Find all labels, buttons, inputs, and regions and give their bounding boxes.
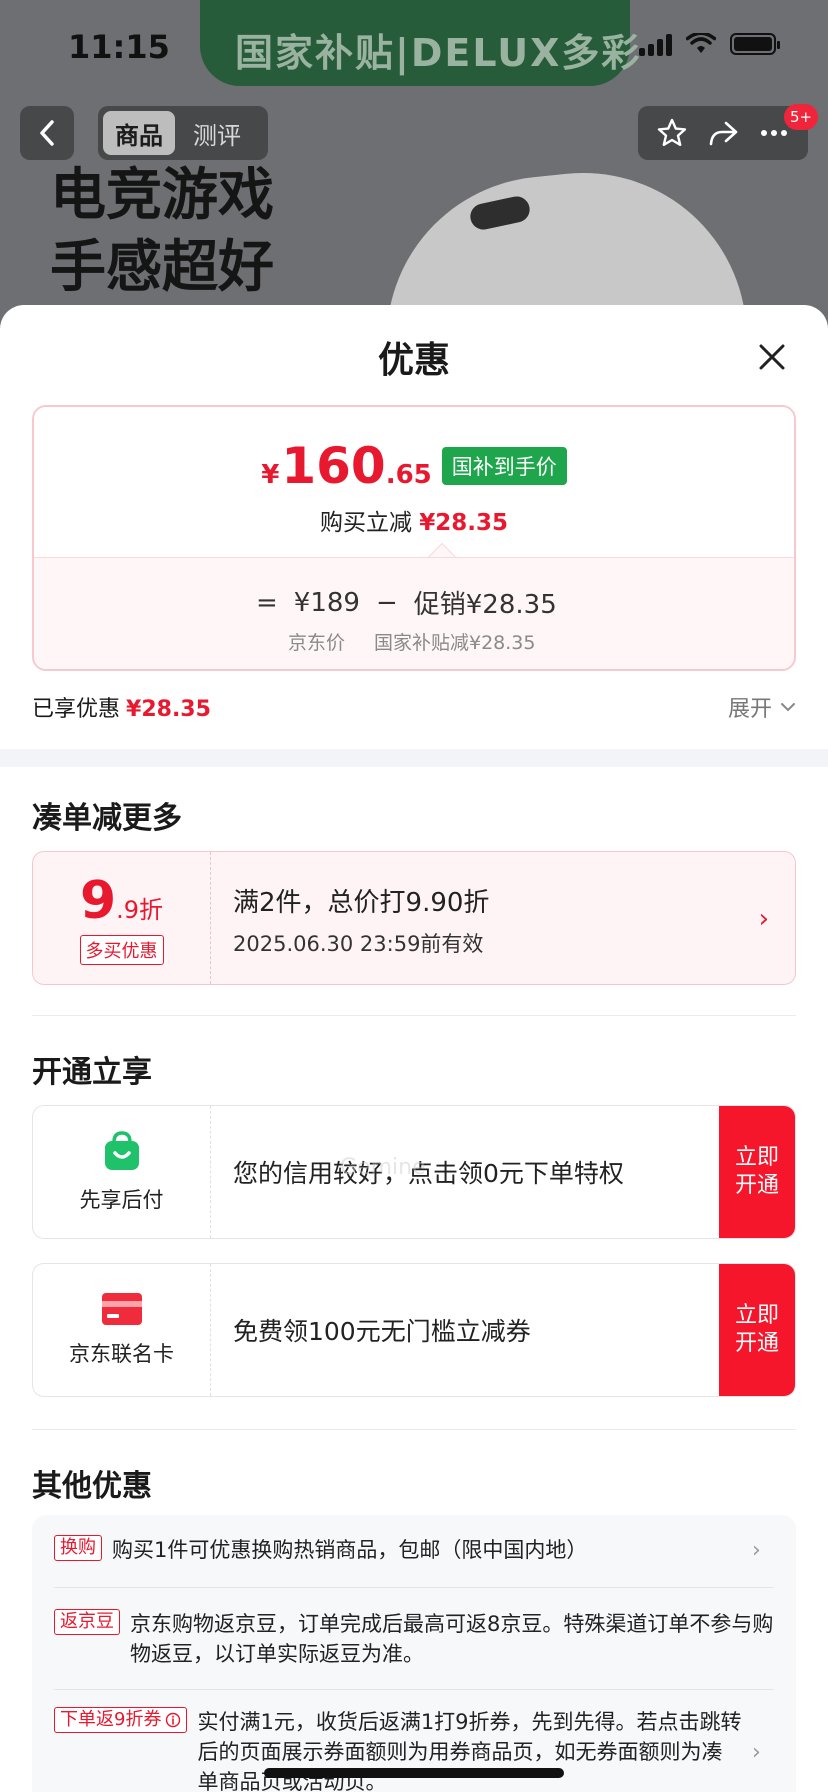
price-integer: 160 [281, 437, 386, 495]
co-brand-service: 京东联名卡 [33, 1264, 211, 1396]
minus-sign: − [375, 587, 398, 618]
pay-later-label: 先享后付 [79, 1188, 164, 1212]
deal-valid: 2025.06.30 23:59前有效 [233, 932, 484, 956]
deal-num-big: 9 [79, 871, 117, 931]
offer-tag-label: 下单返9折券 [60, 1709, 162, 1730]
nav-tabs: 商品 测评 [98, 106, 268, 160]
offer-tag: 换购 [54, 1535, 102, 1561]
chevron-down-icon [781, 703, 795, 712]
open-pay-later-button[interactable]: 立即开通 [719, 1106, 795, 1238]
section-gap [0, 749, 828, 767]
status-icons [639, 32, 780, 56]
shopping-bag-icon [104, 1131, 139, 1170]
enjoyed-discount: 已享优惠 ¥28.35 [32, 691, 211, 723]
offer-tag: 返京豆 [54, 1609, 120, 1635]
subsidy-price-tag: 国补到手价 [441, 447, 567, 485]
hero-slogan-line2: 手感超好 [50, 235, 274, 300]
nav-actions [638, 106, 808, 160]
final-price: ¥ 160 .65 [261, 437, 432, 495]
offer-text: 京东购物返京豆，订单完成后最高可返8京豆。特殊渠道订单不参与购物返豆，以订单实际… [130, 1612, 774, 1666]
open-section-title: 开通立享 [32, 1055, 152, 1090]
offer-divider [54, 1689, 774, 1690]
pay-later-service: 先享后付 [33, 1106, 211, 1238]
price-formula: = ¥189 − 促销¥28.35 [256, 584, 557, 621]
offer-beans: 返京豆 京东购物返京豆，订单完成后最高可返8京豆。特殊渠道订单不参与购物返豆，以… [54, 1609, 774, 1669]
jd-price-label: 京东价 [288, 632, 346, 654]
cellular-signal-icon [639, 32, 672, 56]
price-summary: ¥ 160 .65 国补到手价 购买立减 ¥28.35 [34, 407, 794, 557]
price-card: ¥ 160 .65 国补到手价 购买立减 ¥28.35 = ¥189 − 促销¥… [32, 405, 796, 671]
reduce-amount: ¥28.35 [419, 510, 509, 536]
deal-discount-value: 9 .9折 [80, 871, 163, 931]
watermark: Gemine [340, 1155, 426, 1180]
deal-text: 满2件，总价打9.90折 [233, 888, 490, 918]
promo-label: 国家补贴减¥28.35 [374, 632, 536, 654]
offer-trade-in[interactable]: 换购 购买1件可优惠换购热销商品，包邮（限中国内地） › [54, 1535, 774, 1565]
credit-card-icon [101, 1293, 142, 1325]
price-breakdown: = ¥189 − 促销¥28.35 京东价 国家补贴减¥28.35 [34, 557, 794, 669]
reduce-label: 购买立减 [319, 510, 412, 536]
deal-tag: 多买优惠 [79, 935, 164, 965]
other-offers: 换购 购买1件可优惠换购热销商品，包邮（限中国内地） › 返京豆 京东购物返京豆… [32, 1515, 796, 1792]
wifi-icon [686, 33, 716, 53]
section-divider [32, 1429, 796, 1430]
status-time: 11:15 [68, 28, 170, 66]
sheet-title: 优惠 [377, 340, 450, 381]
section-divider [32, 1015, 796, 1016]
home-indicator [264, 1768, 564, 1778]
discount-sheet: 优惠 ¥ 160 .65 国补到手价 购买立减 ¥28.35 = ¥189 − … [0, 305, 828, 1792]
final-price-row: ¥ 160 .65 国补到手价 [34, 437, 794, 495]
offer-coupon[interactable]: 下单返9折券 实付满1元，收货后返满1打9折券，先到先得。若点击跳转后的页面展示… [54, 1707, 774, 1792]
chevron-right-icon: › [752, 1739, 761, 1765]
reduce-line: 购买立减 ¥28.35 [34, 503, 794, 537]
offer-tag: 下单返9折券 [54, 1707, 188, 1733]
open-co-brand-button[interactable]: 立即开通 [719, 1264, 795, 1396]
product-mouse-image [370, 156, 750, 330]
offer-text: 实付满1元，收货后返满1打9折券，先到先得。若点击跳转后的页面展示券面额则为用券… [197, 1710, 742, 1792]
share-icon[interactable] [707, 117, 739, 149]
info-icon[interactable] [165, 1712, 181, 1728]
enjoyed-amount: ¥28.35 [126, 697, 211, 722]
subsidy-banner-text: 国家补贴|DELUX多彩 [235, 31, 642, 75]
offer-text: 购买1件可优惠换购热销商品，包邮（限中国内地） [112, 1538, 588, 1562]
battery-icon [730, 33, 780, 55]
co-brand-label: 京东联名卡 [69, 1342, 174, 1366]
enjoyed-label: 已享优惠 [32, 697, 121, 722]
price-decimal: .65 [385, 460, 432, 490]
multi-buy-deal[interactable]: 9 .9折 多买优惠 满2件，总价打9.90折 2025.06.30 23:59… [32, 851, 796, 985]
hero-slogan-line1: 电竞游戏 [50, 163, 274, 228]
co-brand-card: 京东联名卡 免费领100元无门槛立减券 立即开通 [32, 1263, 796, 1397]
chevron-left-icon [40, 120, 54, 146]
message-badge: 5+ [784, 104, 819, 130]
pay-later-text: 您的信用较好，点击领0元下单特权 [233, 1159, 624, 1188]
tab-reviews[interactable]: 测评 [181, 111, 253, 155]
promo-amount: 促销¥28.35 [413, 590, 557, 620]
jd-price: ¥189 [293, 587, 360, 618]
chevron-right-icon: › [758, 904, 769, 934]
expand-button[interactable]: 展开 [728, 691, 796, 723]
offer-divider [54, 1587, 774, 1588]
co-brand-text: 免费领100元无门槛立减券 [233, 1317, 531, 1346]
deal-discount: 9 .9折 多买优惠 [33, 852, 211, 984]
tab-product[interactable]: 商品 [103, 111, 175, 155]
combine-section-title: 凑单减更多 [32, 801, 182, 836]
chevron-right-icon: › [752, 1537, 761, 1563]
star-icon[interactable] [656, 117, 688, 149]
hero-slogan: 电竞游戏 手感超好 [50, 160, 274, 304]
back-button[interactable] [20, 106, 74, 160]
close-icon[interactable] [752, 337, 792, 377]
expand-label: 展开 [727, 697, 772, 722]
other-section-title: 其他优惠 [32, 1469, 152, 1504]
equals-sign: = [256, 587, 278, 618]
currency-symbol: ¥ [261, 460, 280, 490]
deal-num-small: .9折 [116, 896, 164, 924]
